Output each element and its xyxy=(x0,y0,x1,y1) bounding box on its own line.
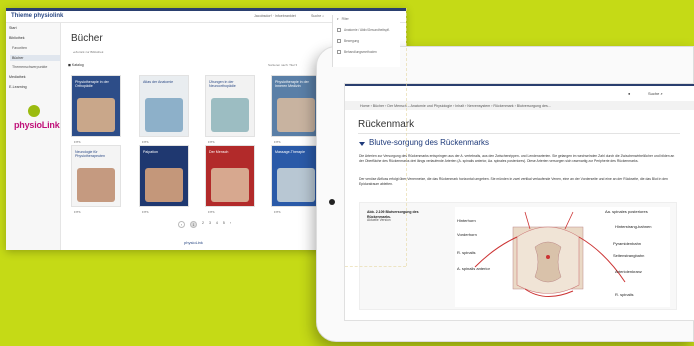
label-a-spinalis-anterior: A. spinalis anterior xyxy=(457,266,490,271)
checkbox[interactable] xyxy=(337,28,341,32)
book-tag: FITS xyxy=(208,210,215,214)
pager-page[interactable]: 3 xyxy=(209,221,211,228)
pagination: ‹ 1 2 3 4 5 › xyxy=(178,221,231,228)
sidebar-item-mediathek[interactable]: Mediathek xyxy=(9,75,26,79)
filter-option[interactable]: Bewegung xyxy=(337,39,359,43)
book-cover-image xyxy=(145,168,183,202)
search-button[interactable]: Suche ⌕ xyxy=(648,91,663,96)
book-cover-image xyxy=(211,168,249,202)
book-tag: FITS xyxy=(74,210,81,214)
book-title: Physiotherapie in der Orthopädie xyxy=(75,80,109,88)
book-cover-image xyxy=(277,168,315,202)
book-tag: FITS xyxy=(208,140,215,144)
spinal-cord-illustration: Hinterhorn Vorderhorn R. spinalis A. spi… xyxy=(455,207,670,307)
top-accent-bar xyxy=(345,84,694,86)
sidebar-item-favoriten[interactable]: Favoriten xyxy=(12,46,27,50)
search-label: Suche xyxy=(311,14,322,18)
book-tag: FITS xyxy=(274,140,281,144)
label-aa-spinales-posteriores: Aa. spinales posteriores xyxy=(605,209,648,214)
filter-option-label: Bewegung xyxy=(344,39,360,43)
label-hinterhorn: Hinterhorn xyxy=(457,218,476,223)
sidebar-item-bibliothek[interactable]: Bibliothek xyxy=(9,36,25,40)
tablet-screen: ● Suche ⌕ Home › Bücher › Der Mensch – A… xyxy=(345,84,694,320)
physiolink-logo-icon xyxy=(28,105,40,117)
pager-prev[interactable]: ‹ xyxy=(178,221,185,228)
book-title: Neurologie für Physiotherapeuten xyxy=(75,150,105,158)
tablet-camera xyxy=(329,199,335,205)
footer-brand: physioLink xyxy=(184,240,203,245)
filter-title: ▾ Filter xyxy=(337,17,349,21)
pager-next[interactable]: › xyxy=(230,221,231,228)
section-heading[interactable]: Blutve-sorgung des Rückenmarks xyxy=(369,138,489,147)
sidebar-item-start[interactable]: Start xyxy=(9,26,17,30)
user-icon[interactable]: ● xyxy=(628,91,630,96)
filter-option[interactable]: Behandlungsmethoden xyxy=(337,50,377,54)
book-card[interactable]: Physiotherapie in der Orthopädie FITS xyxy=(72,76,120,144)
checkbox[interactable] xyxy=(337,50,341,54)
pager-page[interactable]: 1 xyxy=(190,221,197,228)
book-tag: FITS xyxy=(142,210,149,214)
filter-option[interactable]: Anatomie / Aktiv/Gesundheitspfl. xyxy=(337,28,390,32)
brand-logo[interactable]: Thieme physiolink xyxy=(11,13,63,19)
figure-version-link[interactable]: Aktuelle Version xyxy=(367,218,391,222)
book-card[interactable]: Neurologie für Physiotherapeuten FITS xyxy=(72,146,120,214)
book-title: Massage-Therapie xyxy=(275,150,305,154)
book-card[interactable]: Massage-Therapie FITS xyxy=(272,146,320,214)
search-icon: ⌕ xyxy=(322,14,325,18)
filter-panel: ▾ Filter Anatomie / Aktiv/Gesundheitspfl.… xyxy=(332,15,400,67)
filter-title-label: Filter xyxy=(341,17,349,21)
book-title: Atlas der Anatomie xyxy=(143,80,174,84)
book-cover-image xyxy=(211,98,249,132)
book-cover-image xyxy=(145,98,183,132)
pager-page[interactable]: 4 xyxy=(216,221,218,228)
book-card[interactable]: Übungen in der Neuroorthopädie FITS xyxy=(206,76,254,144)
pager-page[interactable]: 5 xyxy=(223,221,225,228)
label-pyramidenbahn: Pyramidenbahn xyxy=(613,241,642,246)
sort-select[interactable]: Sortieren nach: Titel ▾ xyxy=(268,63,297,67)
label-r-spinalis: R. spinalis xyxy=(457,250,476,255)
search-icon: ⌕ xyxy=(660,91,663,96)
sidebar-item-themen[interactable]: Themenschwerpunkte xyxy=(12,65,47,69)
book-cover-image xyxy=(277,98,315,132)
label-seitenstrangbahn: Seitenstrangbahn xyxy=(613,253,645,258)
filter-option-label: Anatomie / Aktiv/Gesundheitspfl. xyxy=(344,28,390,32)
book-cover-image xyxy=(77,168,115,202)
search-button[interactable]: Suche ⌕ xyxy=(311,14,324,18)
user-menu[interactable]: Jacobsdorf · Infoebranktet xyxy=(254,14,296,18)
dashed-guide xyxy=(406,8,407,266)
checkbox[interactable] xyxy=(337,39,341,43)
book-title: Physiotherapie in der Inneren Medizin xyxy=(275,80,309,88)
book-card[interactable]: Palpation FITS xyxy=(140,146,188,214)
label-arteriolenkranz: Arteriolenkranz xyxy=(615,269,642,274)
book-tag: FITS xyxy=(142,140,149,144)
book-card[interactable]: Physiotherapie in der Inneren Medizin FIT… xyxy=(272,76,320,144)
physiolink-logo: physioLink xyxy=(14,120,60,130)
sidebar-item-elearning[interactable]: E-Learning xyxy=(9,85,27,89)
book-tag: FITS xyxy=(74,140,81,144)
book-tag: FITS xyxy=(274,210,281,214)
book-card[interactable]: Atlas der Anatomie FITS xyxy=(140,76,188,144)
label-vorderhorn: Vorderhorn xyxy=(457,232,477,237)
book-title: Übungen in der Neuroorthopädie xyxy=(209,80,236,88)
filter-option-label: Behandlungsmethoden xyxy=(344,50,377,54)
back-link[interactable]: ◂ Zurück zur Bibliothek xyxy=(73,50,103,54)
label-r-spinalis-right: R. spinalis xyxy=(615,292,634,297)
collapse-arrow-icon[interactable] xyxy=(359,142,365,146)
book-cover-image xyxy=(77,98,115,132)
book-title: Palpation xyxy=(143,150,158,154)
sidebar-item-buecher[interactable]: Bücher xyxy=(10,55,60,61)
filter-icon: ▾ xyxy=(337,17,339,21)
page-title: Bücher xyxy=(71,33,103,44)
label-hinterstrangbahnen: Hinterstrang-bahnen xyxy=(615,224,652,229)
pager-page[interactable]: 2 xyxy=(202,221,204,228)
catalog-heading: ◼ Katalog xyxy=(68,63,84,67)
dashed-guide xyxy=(345,266,406,267)
book-title: Der Mensch xyxy=(209,150,229,154)
book-card[interactable]: Der Mensch FITS xyxy=(206,146,254,214)
search-label: Suche xyxy=(648,91,660,96)
breadcrumb[interactable]: Home › Bücher › Der Mensch – Anatomie un… xyxy=(345,101,694,110)
